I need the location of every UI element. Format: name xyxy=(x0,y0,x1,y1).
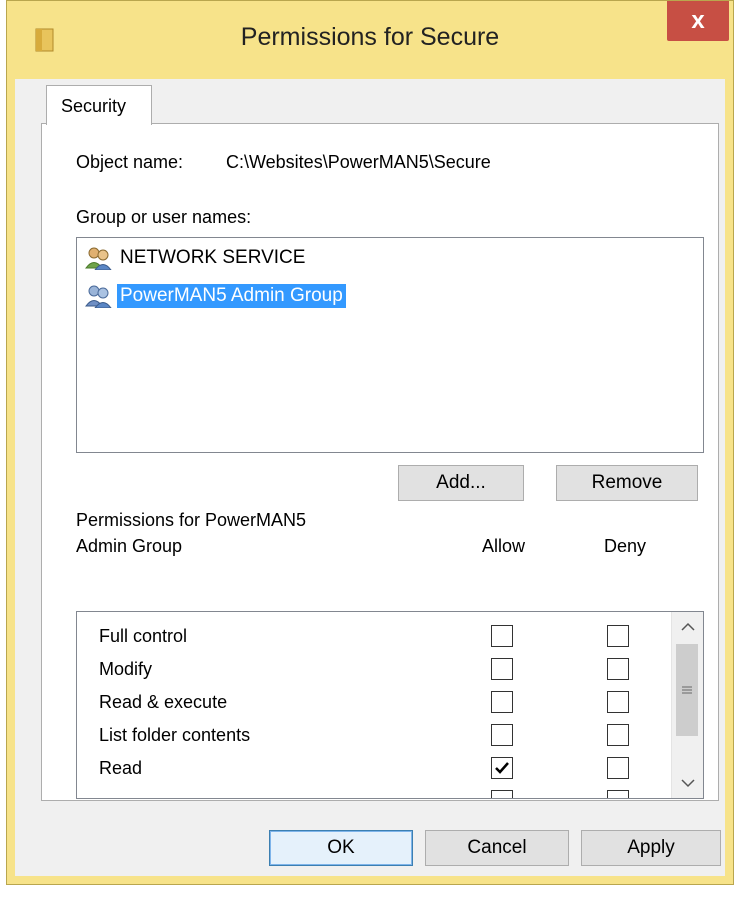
chevron-down-icon xyxy=(680,779,695,788)
allow-checkbox[interactable] xyxy=(491,625,513,647)
permissions-label-line1: Permissions for PowerMAN5 xyxy=(76,510,307,530)
user-group-icon xyxy=(85,247,112,270)
deny-checkbox[interactable] xyxy=(607,691,629,713)
remove-button[interactable]: Remove xyxy=(556,465,698,501)
group-names-label: Group or user names: xyxy=(76,207,252,227)
dialog-client-area: Security Object name: C:\Websites\PowerM… xyxy=(15,79,725,876)
deny-checkbox[interactable] xyxy=(607,757,629,779)
security-panel: Object name: C:\Websites\PowerMAN5\Secur… xyxy=(41,123,719,801)
permission-row-list-folder-contents: List folder contents xyxy=(77,719,673,753)
permissions-list[interactable]: Full control Modify Read & execute List … xyxy=(76,611,704,799)
vertical-scrollbar[interactable] xyxy=(671,612,703,798)
principal-name: PowerMAN5 Admin Group xyxy=(117,284,346,308)
permission-row-read: Read xyxy=(77,752,673,786)
add-button[interactable]: Add... xyxy=(398,465,524,501)
chevron-up-icon xyxy=(680,622,695,631)
allow-checkbox-checked[interactable] xyxy=(491,757,513,779)
cancel-button[interactable]: Cancel xyxy=(425,830,569,866)
permission-name: List folder contents xyxy=(99,725,251,745)
permission-name: Modify xyxy=(99,659,153,679)
object-name-label: Object name: xyxy=(76,152,184,172)
user-group-icon xyxy=(85,285,112,308)
title-bar[interactable]: Permissions for Secure x xyxy=(7,1,733,79)
object-name-value: C:\Websites\PowerMAN5\Secure xyxy=(226,152,491,172)
apply-button[interactable]: Apply xyxy=(581,830,721,866)
close-button[interactable]: x xyxy=(667,1,729,41)
deny-column-header: Deny xyxy=(604,536,647,556)
permission-name: Read & execute xyxy=(99,692,228,712)
ok-button[interactable]: OK xyxy=(269,830,413,866)
permission-row-full-control: Full control xyxy=(77,620,673,654)
allow-checkbox[interactable] xyxy=(491,691,513,713)
deny-checkbox[interactable] xyxy=(607,625,629,647)
allow-checkbox[interactable] xyxy=(491,658,513,680)
permission-row-modify: Modify xyxy=(77,653,673,687)
principals-list[interactable]: NETWORK SERVICE PowerMAN5 Admin Group xyxy=(76,237,704,453)
principal-name: NETWORK SERVICE xyxy=(120,247,306,268)
list-item-powerman5-admin-group[interactable]: PowerMAN5 Admin Group xyxy=(85,282,346,310)
scroll-down-button[interactable] xyxy=(672,768,703,798)
permission-row-partial xyxy=(77,785,673,798)
allow-checkbox[interactable] xyxy=(491,790,513,798)
allow-checkbox[interactable] xyxy=(491,724,513,746)
scrollbar-thumb[interactable] xyxy=(676,644,698,736)
permissions-label-line2: Admin Group xyxy=(76,536,183,556)
permissions-dialog: Permissions for Secure x Security Object… xyxy=(6,0,734,885)
scroll-up-button[interactable] xyxy=(672,612,703,642)
permission-name: Read xyxy=(99,758,143,778)
tab-security[interactable]: Security xyxy=(46,85,152,125)
checkmark-icon xyxy=(495,762,509,774)
window-title: Permissions for Secure xyxy=(240,23,500,51)
deny-checkbox[interactable] xyxy=(607,658,629,680)
permission-name: Full control xyxy=(99,626,188,646)
close-icon: x xyxy=(691,7,705,34)
grip-icon xyxy=(682,686,692,694)
permission-row-read-execute: Read & execute xyxy=(77,686,673,720)
allow-column-header: Allow xyxy=(482,536,526,556)
deny-checkbox[interactable] xyxy=(607,724,629,746)
tab-security-label: Security xyxy=(61,96,127,116)
deny-checkbox[interactable] xyxy=(607,790,629,798)
list-item-network-service[interactable]: NETWORK SERVICE xyxy=(85,244,308,272)
